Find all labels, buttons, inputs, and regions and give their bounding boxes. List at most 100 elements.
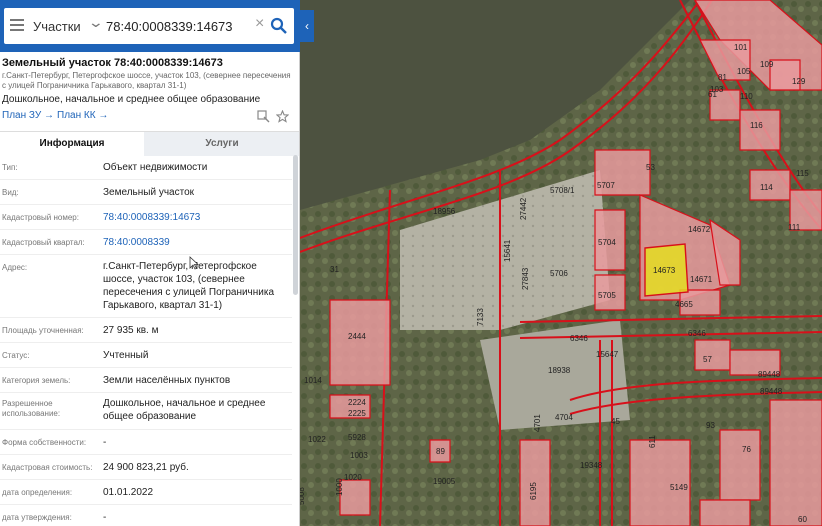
map-label: 15647 — [596, 350, 619, 359]
map-label: 5008 — [300, 487, 306, 505]
map-label: 114 — [760, 183, 773, 192]
map-label: 115 — [796, 169, 809, 178]
attr-label: Форма собственности: — [2, 438, 87, 447]
cadastral-map[interactable]: 101 109 129 81 105 61 103 110 116 111 11… — [300, 0, 822, 526]
mouse-cursor-icon — [189, 256, 199, 270]
attr-value: - — [103, 512, 107, 523]
map-label: 1000 — [335, 478, 344, 496]
menu-icon[interactable] — [10, 19, 24, 31]
attr-value: - — [103, 437, 107, 448]
chevron-down-icon[interactable]: ⌄ — [88, 14, 104, 31]
map-label: 15641 — [503, 239, 512, 262]
attr-row-status: Статус: Учтенный — [0, 343, 292, 368]
attr-value: 27 935 кв. м — [103, 325, 159, 336]
map-label: 89448 — [758, 370, 781, 379]
search-bar: Участки ⌄ × — [0, 0, 300, 52]
tab-services[interactable]: Услуги — [144, 132, 299, 156]
map-label: 31 — [330, 265, 339, 274]
attr-label: Кадастровый квартал: — [2, 238, 85, 247]
map-label: 5706 — [550, 269, 568, 278]
clear-icon[interactable]: × — [255, 15, 264, 33]
map-label: 5149 — [670, 483, 688, 492]
map-label: 60 — [798, 515, 807, 524]
map-label: 611 — [648, 435, 657, 448]
attr-value: Учтенный — [103, 350, 149, 361]
attr-row-land-category: Категория земель: Земли населённых пункт… — [0, 368, 292, 393]
attr-label: Разрешенное использование: — [2, 399, 61, 418]
attr-row-cadastral-value: Кадастровая стоимость: 24 900 823,21 руб… — [0, 455, 292, 480]
attr-value: Дошкольное, начальное и среднее общее об… — [103, 398, 266, 422]
map-label: 45 — [611, 417, 620, 426]
attr-value: Земельный участок — [103, 187, 195, 198]
map-label: 53 — [646, 163, 655, 172]
info-panel: Земельный участок 78:40:0008339:14673 г.… — [0, 52, 300, 526]
map-label: 7133 — [476, 308, 485, 326]
attr-value: Земли населённых пунктов — [103, 375, 231, 386]
map-label: 18956 — [433, 207, 456, 216]
map-label: 101 — [734, 43, 748, 52]
map-label: 110 — [740, 92, 753, 101]
map-label: 5928 — [348, 433, 366, 442]
attr-label: Площадь уточненная: — [2, 326, 84, 335]
map-label: 19005 — [433, 477, 456, 486]
map-label: 2444 — [348, 332, 366, 341]
map-canvas[interactable]: 101 109 129 81 105 61 103 110 116 111 11… — [300, 0, 822, 526]
search-input[interactable] — [106, 14, 252, 38]
attr-row-permitted-use: Разрешенное использование: Дошкольное, н… — [0, 393, 292, 430]
map-label: 6346 — [688, 329, 706, 338]
map-label: 4665 — [675, 300, 693, 309]
plan-kk-link[interactable]: План КК → — [57, 110, 108, 121]
attr-label: дата утверждения: — [2, 513, 72, 522]
map-label: 57 — [703, 355, 712, 364]
map-label: 109 — [760, 60, 774, 69]
attr-row-cadastral-quarter: Кадастровый квартал: 78:40:0008339 — [0, 230, 292, 255]
attr-label: Категория земель: — [2, 376, 71, 385]
parcel-purpose: Дошкольное, начальное и среднее общее об… — [2, 94, 261, 105]
attr-row-address: Адрес: г.Санкт-Петербург, Петергофское ш… — [0, 255, 292, 318]
map-label: 2224 — [348, 398, 366, 407]
map-label: 27843 — [521, 267, 530, 290]
search-icon[interactable] — [270, 17, 288, 35]
measure-icon[interactable] — [257, 110, 270, 123]
attr-label: дата определения: — [2, 488, 73, 497]
parcel-title: Земельный участок 78:40:0008339:14673 — [2, 57, 223, 69]
map-label: 5704 — [598, 238, 616, 247]
cadastral-number-link[interactable]: 78:40:0008339:14673 — [103, 211, 288, 224]
map-label: 5708/1 — [550, 186, 575, 195]
map-label: 18938 — [548, 366, 571, 375]
map-label: 14672 — [688, 225, 711, 234]
attr-row-ownership: Форма собственности: - — [0, 430, 292, 455]
map-label: 103 — [710, 85, 724, 94]
map-label: 93 — [706, 421, 715, 430]
map-label: 27442 — [519, 197, 528, 220]
search-type-select[interactable]: Участки — [33, 19, 81, 34]
search-box: Участки ⌄ × — [4, 8, 294, 44]
attr-row-cadastral-number: Кадастровый номер: 78:40:0008339:14673 — [0, 205, 292, 230]
collapse-panel-button[interactable]: ‹ — [300, 10, 314, 42]
attr-label: Кадастровый номер: — [2, 213, 79, 222]
map-label: 1022 — [308, 435, 326, 444]
tab-bar: Информация Услуги — [0, 131, 299, 156]
attr-row-type: Тип: Объект недвижимости — [0, 155, 292, 180]
tab-information[interactable]: Информация — [0, 132, 144, 156]
attr-value: 24 900 823,21 руб. — [103, 462, 189, 473]
map-label: 5705 — [598, 291, 616, 300]
map-label: 2225 — [348, 409, 366, 418]
map-label: 105 — [737, 67, 751, 76]
map-label: 1014 — [304, 376, 322, 385]
map-label: 1003 — [350, 451, 368, 460]
map-label: 76 — [742, 445, 751, 454]
map-label: 111 — [788, 223, 801, 232]
map-label: 1020 — [344, 473, 362, 482]
panel-scrollbar[interactable] — [293, 155, 298, 295]
attr-label: Тип: — [2, 163, 18, 172]
cadastral-quarter-link[interactable]: 78:40:0008339 — [103, 236, 288, 249]
map-label: 4701 — [533, 414, 542, 432]
map-label: 19348 — [580, 461, 603, 470]
star-icon[interactable] — [276, 110, 289, 123]
map-label: 4704 — [555, 413, 573, 422]
attr-row-kind: Вид: Земельный участок — [0, 180, 292, 205]
plan-zu-link[interactable]: План ЗУ → — [2, 110, 54, 121]
attr-label: Кадастровая стоимость: — [2, 463, 93, 472]
attr-value: 01.01.2022 — [103, 487, 154, 498]
